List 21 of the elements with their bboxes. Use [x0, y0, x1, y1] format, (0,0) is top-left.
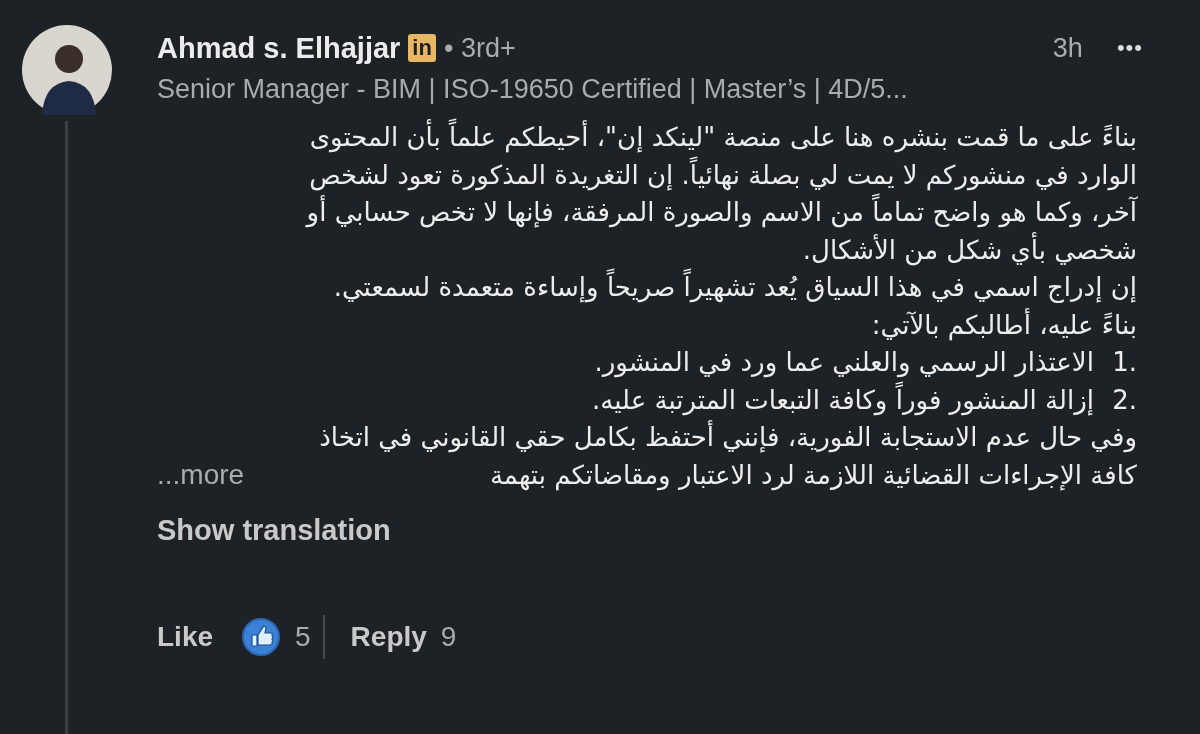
reply-button[interactable]: Reply	[350, 621, 427, 653]
like-button[interactable]: Like	[157, 621, 214, 653]
see-more-link[interactable]: ...more	[157, 456, 245, 494]
list-item-text: الاعتذار الرسمي والعلني عما ورد في المنشور.	[594, 347, 1094, 377]
author-headline: Senior Manager - BIM | ISO-19650 Certified | Master’s | 4D/5...	[157, 74, 909, 105]
show-translation-link[interactable]: Show translation	[157, 514, 391, 547]
comment-text-line: شخصي بأي شكل من الأشكال.	[802, 234, 1137, 265]
like-count: 5	[295, 621, 311, 653]
linkedin-badge: in	[408, 34, 436, 62]
connection-degree: • 3rd+	[443, 32, 516, 64]
thumbs-up-icon	[241, 617, 282, 657]
comment-text-line: كافة الإجراءات القضائية اللازمة لرد الاعتبار ومقاضاتكم بتهمة	[489, 458, 1137, 493]
list-number: 2.	[1112, 384, 1137, 415]
author-name[interactable]: Ahmad s. Elhajjar	[157, 31, 401, 65]
avatar[interactable]	[21, 25, 112, 115]
more-options-button[interactable]: •••	[1116, 35, 1143, 61]
comment-text-line: بناءً عليه، أطالبكم بالآتي:	[871, 309, 1137, 340]
timestamp: 3h	[1052, 32, 1083, 64]
list-number: 1.	[1112, 347, 1137, 377]
reply-count: 9	[440, 621, 457, 653]
comment-text-line: وفي حال عدم الاستجابة الفورية، فإنني أحتفظ بكامل حقي القانوني في اتخاذ	[319, 422, 1137, 452]
